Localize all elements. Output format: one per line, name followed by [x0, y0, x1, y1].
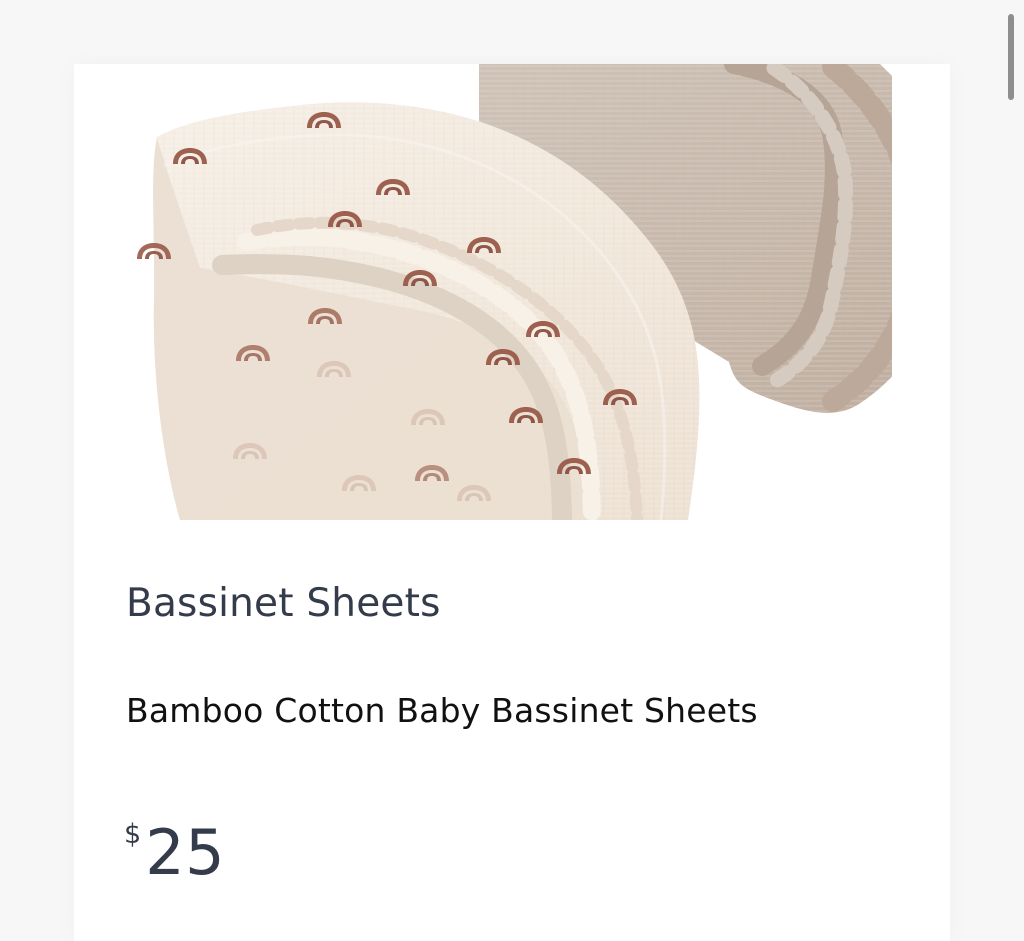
bassinet-sheets-image [132, 64, 892, 520]
product-image[interactable] [132, 64, 892, 520]
product-name[interactable]: Bamboo Cotton Baby Bassinet Sheets [126, 688, 758, 734]
product-page: Bassinet Sheets Bamboo Cotton Baby Bassi… [0, 0, 1024, 941]
product-category: Bassinet Sheets [126, 581, 441, 626]
product-card[interactable]: Bassinet Sheets Bamboo Cotton Baby Bassi… [74, 64, 950, 941]
price-amount: 25 [145, 816, 226, 889]
price-currency: $ [124, 819, 142, 850]
product-price: $ 25 [124, 816, 225, 890]
scrollbar-thumb[interactable] [1008, 14, 1014, 100]
